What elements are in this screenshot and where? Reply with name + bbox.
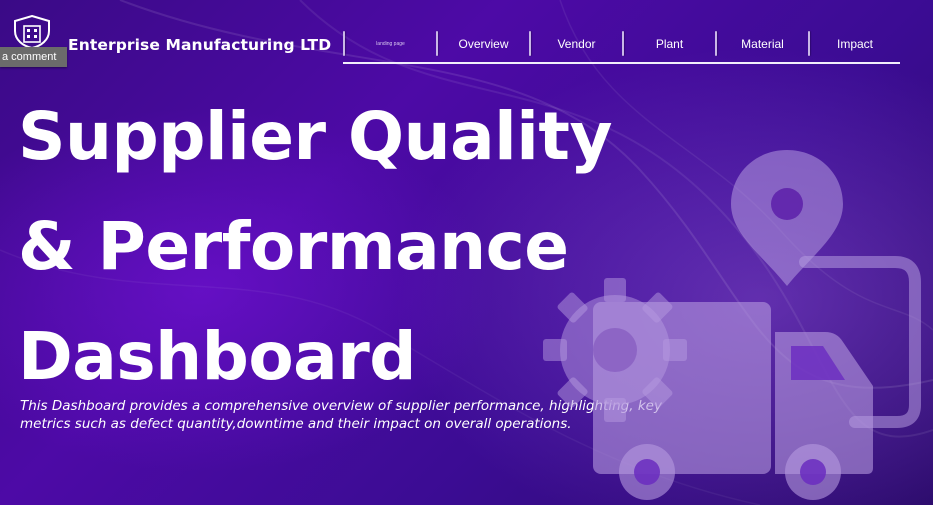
- title-line-3: Dashboard: [18, 318, 417, 395]
- nav-item-overview[interactable]: Overview: [439, 30, 528, 58]
- building-shield-icon: [14, 15, 50, 49]
- logistics-illustration: [543, 150, 921, 500]
- nav-separator: [436, 31, 438, 56]
- dashboard-title: Supplier Quality & Performance Dashboard: [18, 82, 613, 412]
- nav-item-material[interactable]: Material: [718, 30, 807, 58]
- title-line-2: & Performance: [18, 208, 569, 285]
- title-line-1: Supplier Quality: [18, 98, 613, 175]
- nav-separator: [622, 31, 624, 56]
- nav-item-landing-page[interactable]: landing page: [346, 30, 435, 58]
- delivery-truck-icon: [593, 302, 873, 500]
- top-navigation: landing page Overview Vendor Plant Mater…: [343, 30, 903, 60]
- nav-separator: [529, 31, 531, 56]
- nav-underline: [343, 62, 900, 64]
- nav-separator: [808, 31, 810, 56]
- nav-item-plant[interactable]: Plant: [625, 30, 714, 58]
- nav-separator: [715, 31, 717, 56]
- nav-item-vendor[interactable]: Vendor: [532, 30, 621, 58]
- nav-item-impact[interactable]: Impact: [811, 30, 899, 58]
- nav-separator: [343, 31, 345, 56]
- company-name: Enterprise Manufacturing LTD: [68, 36, 332, 54]
- comment-tooltip: a comment: [0, 47, 67, 67]
